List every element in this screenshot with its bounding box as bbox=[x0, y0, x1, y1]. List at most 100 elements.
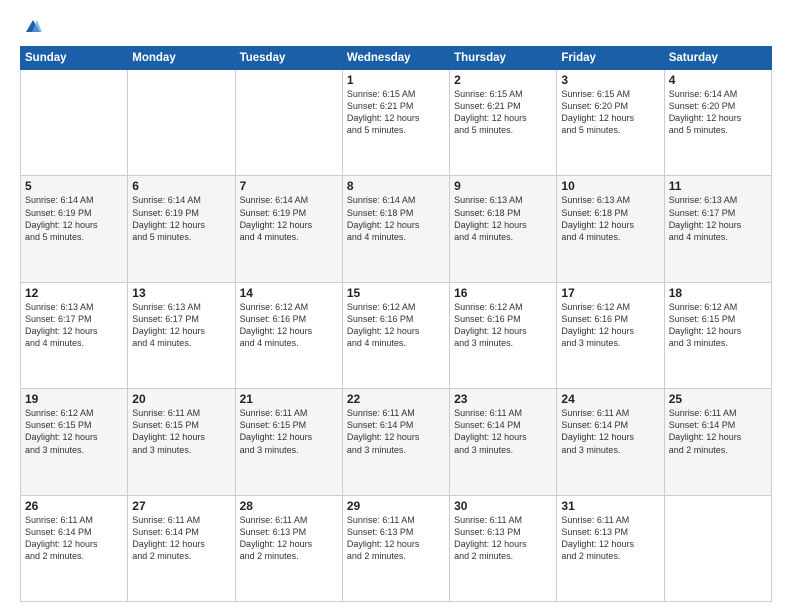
calendar-cell: 17Sunrise: 6:12 AM Sunset: 6:16 PM Dayli… bbox=[557, 282, 664, 388]
day-info: Sunrise: 6:12 AM Sunset: 6:15 PM Dayligh… bbox=[25, 407, 123, 456]
col-header-tuesday: Tuesday bbox=[235, 47, 342, 70]
day-info: Sunrise: 6:14 AM Sunset: 6:19 PM Dayligh… bbox=[25, 194, 123, 243]
col-header-wednesday: Wednesday bbox=[342, 47, 449, 70]
day-info: Sunrise: 6:11 AM Sunset: 6:15 PM Dayligh… bbox=[240, 407, 338, 456]
calendar-week-row: 1Sunrise: 6:15 AM Sunset: 6:21 PM Daylig… bbox=[21, 70, 772, 176]
day-number: 6 bbox=[132, 179, 230, 193]
day-number: 8 bbox=[347, 179, 445, 193]
calendar-cell: 13Sunrise: 6:13 AM Sunset: 6:17 PM Dayli… bbox=[128, 282, 235, 388]
day-info: Sunrise: 6:12 AM Sunset: 6:16 PM Dayligh… bbox=[347, 301, 445, 350]
col-header-thursday: Thursday bbox=[450, 47, 557, 70]
col-header-friday: Friday bbox=[557, 47, 664, 70]
logo bbox=[20, 18, 42, 36]
day-info: Sunrise: 6:12 AM Sunset: 6:16 PM Dayligh… bbox=[240, 301, 338, 350]
day-number: 15 bbox=[347, 286, 445, 300]
day-number: 7 bbox=[240, 179, 338, 193]
day-number: 28 bbox=[240, 499, 338, 513]
calendar-week-row: 26Sunrise: 6:11 AM Sunset: 6:14 PM Dayli… bbox=[21, 495, 772, 601]
day-number: 23 bbox=[454, 392, 552, 406]
calendar-cell: 2Sunrise: 6:15 AM Sunset: 6:21 PM Daylig… bbox=[450, 70, 557, 176]
day-info: Sunrise: 6:15 AM Sunset: 6:21 PM Dayligh… bbox=[347, 88, 445, 137]
calendar-cell: 5Sunrise: 6:14 AM Sunset: 6:19 PM Daylig… bbox=[21, 176, 128, 282]
calendar-cell: 27Sunrise: 6:11 AM Sunset: 6:14 PM Dayli… bbox=[128, 495, 235, 601]
calendar-cell: 6Sunrise: 6:14 AM Sunset: 6:19 PM Daylig… bbox=[128, 176, 235, 282]
calendar-cell: 25Sunrise: 6:11 AM Sunset: 6:14 PM Dayli… bbox=[664, 389, 771, 495]
page: SundayMondayTuesdayWednesdayThursdayFrid… bbox=[0, 0, 792, 612]
calendar-cell: 15Sunrise: 6:12 AM Sunset: 6:16 PM Dayli… bbox=[342, 282, 449, 388]
day-info: Sunrise: 6:11 AM Sunset: 6:15 PM Dayligh… bbox=[132, 407, 230, 456]
calendar-cell: 16Sunrise: 6:12 AM Sunset: 6:16 PM Dayli… bbox=[450, 282, 557, 388]
day-number: 18 bbox=[669, 286, 767, 300]
calendar-cell: 20Sunrise: 6:11 AM Sunset: 6:15 PM Dayli… bbox=[128, 389, 235, 495]
day-info: Sunrise: 6:13 AM Sunset: 6:17 PM Dayligh… bbox=[25, 301, 123, 350]
day-info: Sunrise: 6:11 AM Sunset: 6:14 PM Dayligh… bbox=[347, 407, 445, 456]
day-info: Sunrise: 6:14 AM Sunset: 6:19 PM Dayligh… bbox=[132, 194, 230, 243]
day-number: 31 bbox=[561, 499, 659, 513]
logo-icon bbox=[24, 18, 42, 36]
day-number: 12 bbox=[25, 286, 123, 300]
day-info: Sunrise: 6:13 AM Sunset: 6:18 PM Dayligh… bbox=[561, 194, 659, 243]
day-info: Sunrise: 6:11 AM Sunset: 6:13 PM Dayligh… bbox=[561, 514, 659, 563]
day-number: 19 bbox=[25, 392, 123, 406]
day-info: Sunrise: 6:13 AM Sunset: 6:18 PM Dayligh… bbox=[454, 194, 552, 243]
day-number: 16 bbox=[454, 286, 552, 300]
col-header-saturday: Saturday bbox=[664, 47, 771, 70]
calendar-table: SundayMondayTuesdayWednesdayThursdayFrid… bbox=[20, 46, 772, 602]
day-number: 17 bbox=[561, 286, 659, 300]
calendar-cell: 30Sunrise: 6:11 AM Sunset: 6:13 PM Dayli… bbox=[450, 495, 557, 601]
day-number: 14 bbox=[240, 286, 338, 300]
day-info: Sunrise: 6:11 AM Sunset: 6:13 PM Dayligh… bbox=[347, 514, 445, 563]
day-number: 1 bbox=[347, 73, 445, 87]
calendar-header-row: SundayMondayTuesdayWednesdayThursdayFrid… bbox=[21, 47, 772, 70]
day-number: 9 bbox=[454, 179, 552, 193]
day-number: 4 bbox=[669, 73, 767, 87]
header bbox=[20, 18, 772, 36]
day-info: Sunrise: 6:13 AM Sunset: 6:17 PM Dayligh… bbox=[132, 301, 230, 350]
day-info: Sunrise: 6:12 AM Sunset: 6:16 PM Dayligh… bbox=[561, 301, 659, 350]
calendar-cell: 24Sunrise: 6:11 AM Sunset: 6:14 PM Dayli… bbox=[557, 389, 664, 495]
day-number: 22 bbox=[347, 392, 445, 406]
day-number: 30 bbox=[454, 499, 552, 513]
day-number: 13 bbox=[132, 286, 230, 300]
calendar-cell bbox=[21, 70, 128, 176]
day-info: Sunrise: 6:11 AM Sunset: 6:14 PM Dayligh… bbox=[561, 407, 659, 456]
day-info: Sunrise: 6:11 AM Sunset: 6:14 PM Dayligh… bbox=[132, 514, 230, 563]
day-info: Sunrise: 6:12 AM Sunset: 6:15 PM Dayligh… bbox=[669, 301, 767, 350]
day-number: 20 bbox=[132, 392, 230, 406]
calendar-cell: 26Sunrise: 6:11 AM Sunset: 6:14 PM Dayli… bbox=[21, 495, 128, 601]
day-info: Sunrise: 6:15 AM Sunset: 6:21 PM Dayligh… bbox=[454, 88, 552, 137]
day-info: Sunrise: 6:11 AM Sunset: 6:13 PM Dayligh… bbox=[240, 514, 338, 563]
calendar-cell: 10Sunrise: 6:13 AM Sunset: 6:18 PM Dayli… bbox=[557, 176, 664, 282]
day-number: 11 bbox=[669, 179, 767, 193]
day-number: 29 bbox=[347, 499, 445, 513]
day-number: 5 bbox=[25, 179, 123, 193]
col-header-monday: Monday bbox=[128, 47, 235, 70]
calendar-cell: 7Sunrise: 6:14 AM Sunset: 6:19 PM Daylig… bbox=[235, 176, 342, 282]
calendar-cell: 11Sunrise: 6:13 AM Sunset: 6:17 PM Dayli… bbox=[664, 176, 771, 282]
calendar-week-row: 5Sunrise: 6:14 AM Sunset: 6:19 PM Daylig… bbox=[21, 176, 772, 282]
calendar-cell: 14Sunrise: 6:12 AM Sunset: 6:16 PM Dayli… bbox=[235, 282, 342, 388]
calendar-cell bbox=[128, 70, 235, 176]
day-info: Sunrise: 6:13 AM Sunset: 6:17 PM Dayligh… bbox=[669, 194, 767, 243]
calendar-cell bbox=[664, 495, 771, 601]
day-info: Sunrise: 6:14 AM Sunset: 6:18 PM Dayligh… bbox=[347, 194, 445, 243]
day-number: 3 bbox=[561, 73, 659, 87]
day-info: Sunrise: 6:14 AM Sunset: 6:19 PM Dayligh… bbox=[240, 194, 338, 243]
calendar-cell: 3Sunrise: 6:15 AM Sunset: 6:20 PM Daylig… bbox=[557, 70, 664, 176]
calendar-cell: 23Sunrise: 6:11 AM Sunset: 6:14 PM Dayli… bbox=[450, 389, 557, 495]
day-number: 2 bbox=[454, 73, 552, 87]
day-info: Sunrise: 6:11 AM Sunset: 6:14 PM Dayligh… bbox=[669, 407, 767, 456]
day-info: Sunrise: 6:11 AM Sunset: 6:14 PM Dayligh… bbox=[25, 514, 123, 563]
day-info: Sunrise: 6:11 AM Sunset: 6:13 PM Dayligh… bbox=[454, 514, 552, 563]
calendar-cell: 29Sunrise: 6:11 AM Sunset: 6:13 PM Dayli… bbox=[342, 495, 449, 601]
calendar-cell: 31Sunrise: 6:11 AM Sunset: 6:13 PM Dayli… bbox=[557, 495, 664, 601]
calendar-cell: 12Sunrise: 6:13 AM Sunset: 6:17 PM Dayli… bbox=[21, 282, 128, 388]
day-number: 27 bbox=[132, 499, 230, 513]
calendar-cell: 19Sunrise: 6:12 AM Sunset: 6:15 PM Dayli… bbox=[21, 389, 128, 495]
day-number: 24 bbox=[561, 392, 659, 406]
col-header-sunday: Sunday bbox=[21, 47, 128, 70]
day-number: 25 bbox=[669, 392, 767, 406]
calendar-cell: 28Sunrise: 6:11 AM Sunset: 6:13 PM Dayli… bbox=[235, 495, 342, 601]
calendar-cell: 4Sunrise: 6:14 AM Sunset: 6:20 PM Daylig… bbox=[664, 70, 771, 176]
calendar-week-row: 19Sunrise: 6:12 AM Sunset: 6:15 PM Dayli… bbox=[21, 389, 772, 495]
